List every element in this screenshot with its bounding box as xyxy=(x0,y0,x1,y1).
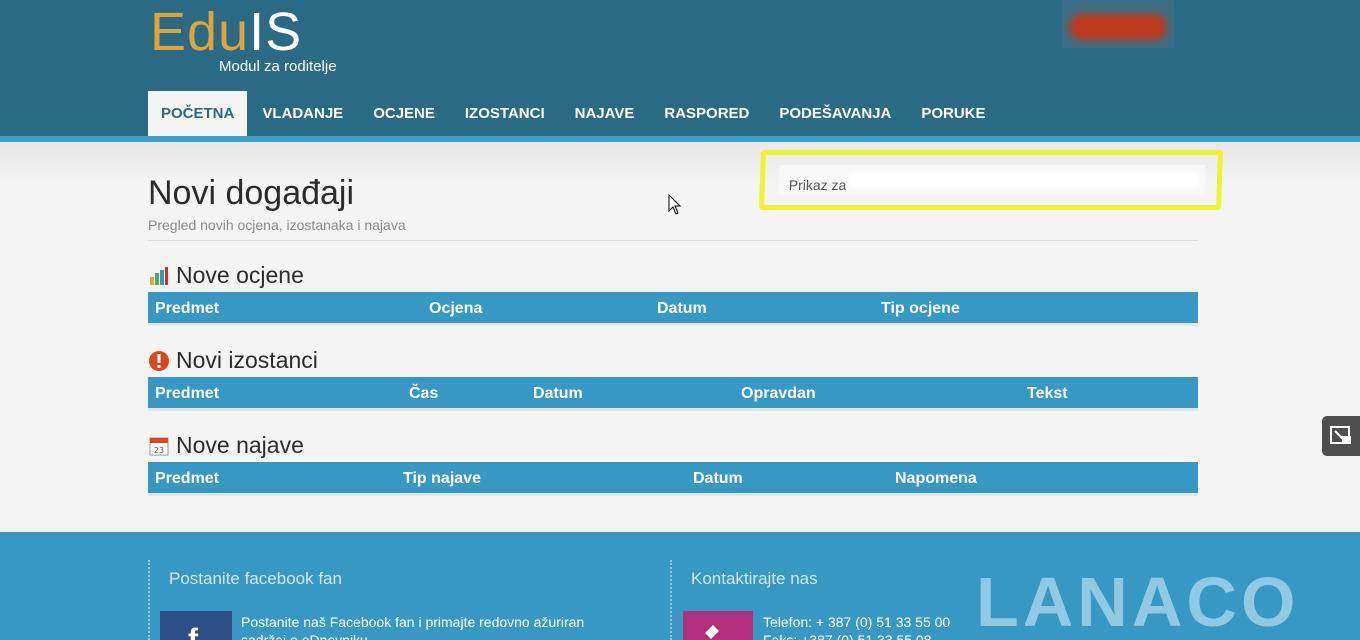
calendar-icon: 23 xyxy=(149,437,169,455)
column-header[interactable]: Datum xyxy=(533,377,583,411)
facebook-heading: Postanite facebook fan xyxy=(169,569,342,588)
user-menu-button[interactable] xyxy=(1062,0,1174,48)
table-header-ocjene: Predmet Ocjena Datum Tip ocjene xyxy=(148,292,1198,326)
svg-text:23: 23 xyxy=(154,446,164,455)
exit-fullscreen-icon xyxy=(1330,426,1351,444)
nav-item-vladanje[interactable]: VLADANJE xyxy=(247,91,358,136)
phone-icon xyxy=(683,611,753,640)
student-selector[interactable]: Prikaz za xyxy=(778,165,1206,195)
column-header[interactable]: Datum xyxy=(693,462,743,496)
contact-heading: Kontaktirajte nas xyxy=(691,569,818,588)
contact-phone: Telefon: + 387 (0) 51 33 55 00 xyxy=(763,614,951,630)
column-header[interactable]: Tip najave xyxy=(403,462,481,496)
logo[interactable]: EduIS xyxy=(150,4,302,60)
facebook-icon[interactable]: f xyxy=(160,611,232,640)
blurred-user-badge xyxy=(1070,14,1166,40)
contact-fax: Faks: +387 (0) 51 33 55 08 xyxy=(763,632,932,640)
phone-glyph xyxy=(705,625,719,639)
logo-part-edu: Edu xyxy=(150,2,250,62)
student-selector-highlight: Prikaz za xyxy=(758,150,1224,210)
nav-item-najave[interactable]: NAJAVE xyxy=(560,91,650,136)
nav-item-raspored[interactable]: RASPORED xyxy=(649,91,764,136)
lanaco-watermark: LANACO xyxy=(976,563,1300,640)
column-header[interactable]: Tekst xyxy=(1027,377,1068,411)
nav-item-podesavanja[interactable]: PODEŠAVANJA xyxy=(764,91,906,136)
student-selector-label: Prikaz za xyxy=(788,177,847,193)
blurred-student-name xyxy=(848,171,1200,189)
logo-part-is: IS xyxy=(249,2,303,62)
section-title-ocjene: Nove ocjene xyxy=(148,262,304,289)
footer-divider xyxy=(148,560,150,640)
warning-icon xyxy=(149,350,169,371)
column-header[interactable]: Predmet xyxy=(155,462,219,496)
header: EduIS Modul za roditelje POČETNA VLADANJ… xyxy=(0,0,1360,142)
facebook-text-line-1: Postanite naš Facebook fan i primajte re… xyxy=(241,614,585,630)
section-title-izostanci: Novi izostanci xyxy=(148,347,318,374)
section-title-text: Nove najave xyxy=(176,432,304,458)
page-subtitle: Pregled novih ocjena, izostanaka i najav… xyxy=(148,217,406,233)
column-header[interactable]: Opravdan xyxy=(741,377,816,411)
column-header[interactable]: Napomena xyxy=(895,462,977,496)
section-title-text: Novi izostanci xyxy=(176,347,318,373)
nav-item-ocjene[interactable]: OCJENE xyxy=(358,91,450,136)
column-header[interactable]: Datum xyxy=(657,292,707,326)
facebook-text-line-2: sadržaj o eDnevniku xyxy=(241,632,368,640)
nav-item-poruke[interactable]: PORUKE xyxy=(906,91,1000,136)
logo-subtitle: Modul za roditelje xyxy=(219,58,337,75)
nav-item-izostanci[interactable]: IZOSTANCI xyxy=(450,91,560,136)
main-nav: POČETNA VLADANJE OCJENE IZOSTANCI NAJAVE… xyxy=(148,91,1001,136)
column-header[interactable]: Čas xyxy=(409,377,438,411)
section-title-najave: 23 Nove najave xyxy=(148,432,304,459)
footer: Postanite facebook fan f Postanite naš F… xyxy=(0,532,1360,640)
table-header-izostanci: Predmet Čas Datum Opravdan Tekst xyxy=(148,377,1198,411)
column-header[interactable]: Predmet xyxy=(155,377,219,411)
mouse-cursor-icon xyxy=(668,194,682,215)
column-header[interactable]: Tip ocjene xyxy=(881,292,960,326)
page-title: Novi događaji xyxy=(148,174,355,212)
nav-item-pocetna[interactable]: POČETNA xyxy=(148,91,248,136)
column-header[interactable]: Ocjena xyxy=(429,292,482,326)
footer-divider xyxy=(670,560,672,640)
bar-chart-icon xyxy=(150,266,168,285)
section-title-text: Nove ocjene xyxy=(176,262,304,288)
column-header[interactable]: Predmet xyxy=(155,292,219,326)
table-header-najave: Predmet Tip najave Datum Napomena xyxy=(148,462,1198,496)
exit-fullscreen-button[interactable] xyxy=(1322,416,1360,456)
divider xyxy=(148,240,1198,241)
